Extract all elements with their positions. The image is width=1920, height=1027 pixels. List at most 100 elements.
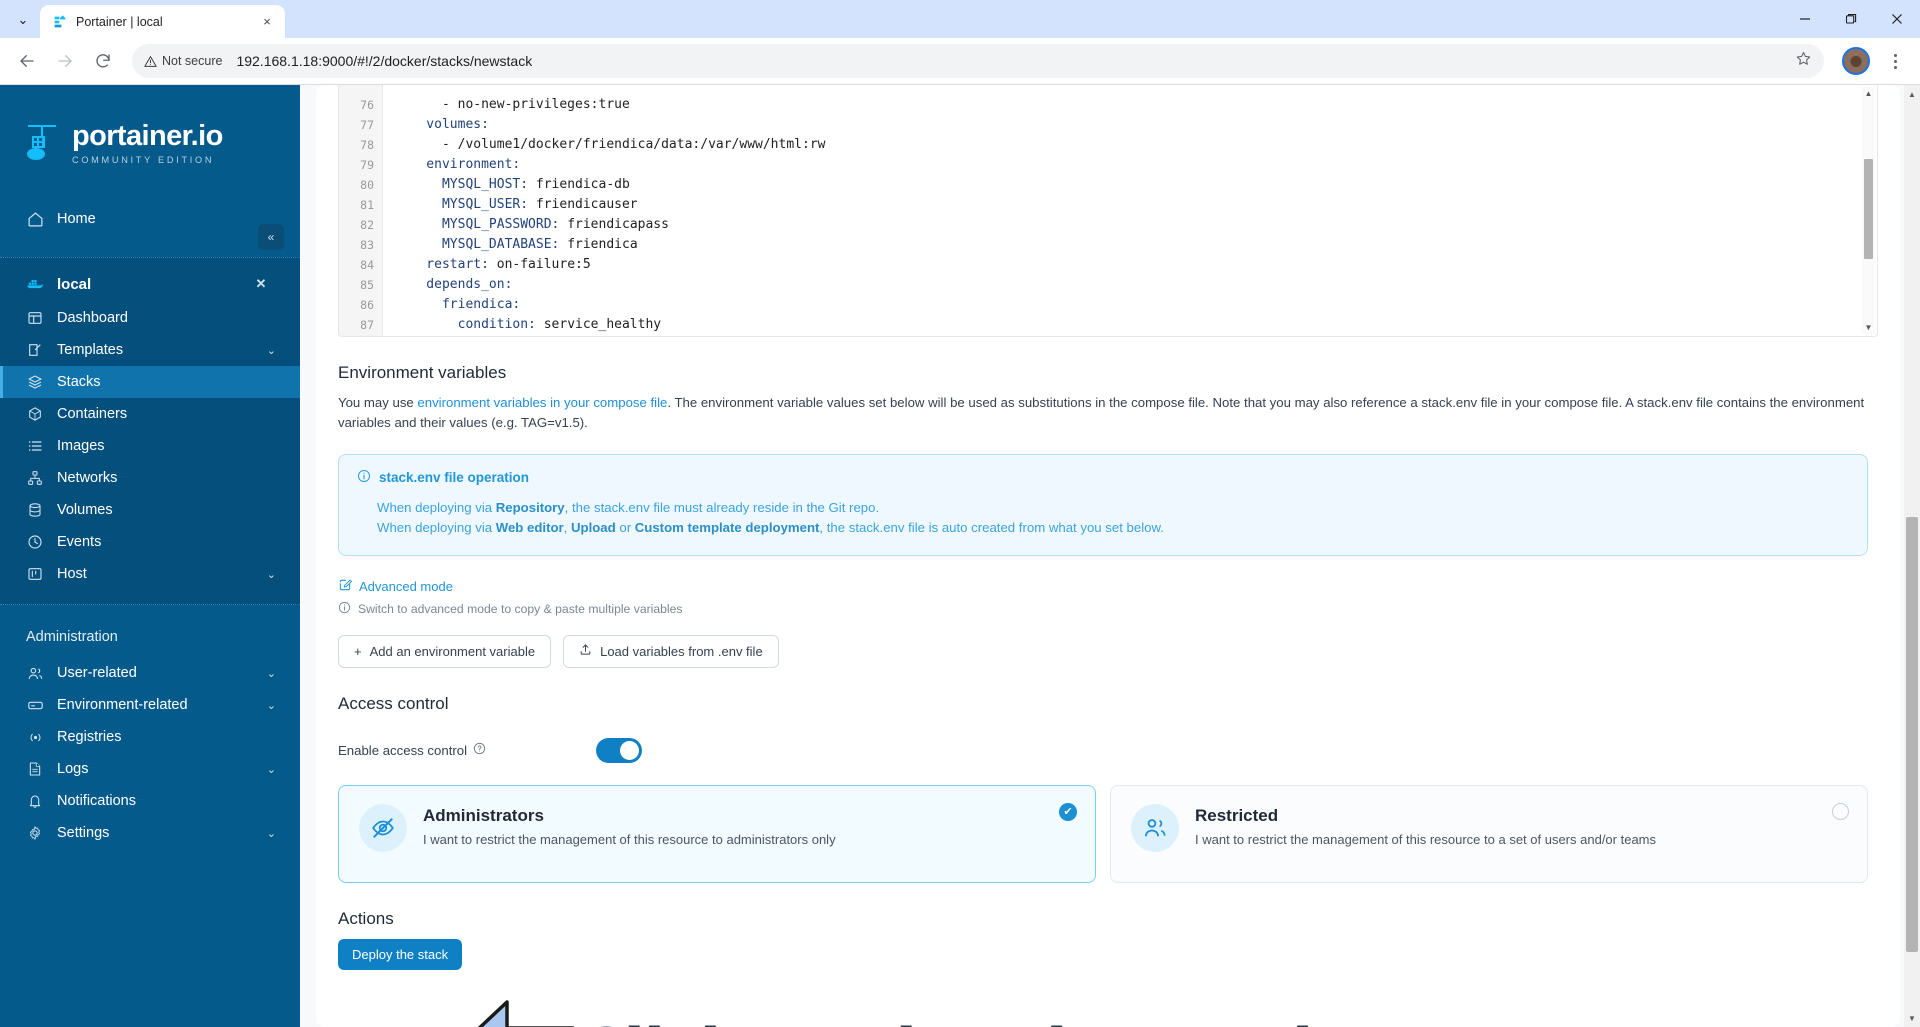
compose-env-vars-link[interactable]: environment variables in your compose fi…	[417, 395, 667, 410]
chevron-down-icon[interactable]: ⌄	[267, 763, 276, 776]
enable-access-control-row: Enable access control	[338, 737, 1878, 763]
close-icon[interactable]: ✕	[252, 275, 270, 293]
add-environment-variable-button[interactable]: + Add an environment variable	[338, 634, 552, 668]
tab-search-chevron-icon[interactable]: ⌄	[6, 5, 40, 35]
avatar[interactable]	[1842, 47, 1870, 75]
sidebar-item-logs[interactable]: Logs ⌄	[0, 753, 300, 785]
env-variable-buttons: + Add an environment variable Load varia…	[338, 634, 1878, 668]
editor-line-number: 83	[360, 238, 374, 252]
editor-scrollbar[interactable]: ▲ ▼	[1862, 87, 1875, 334]
access-card-title: Administrators	[423, 805, 544, 825]
browser-tab[interactable]: Portainer | local ×	[40, 5, 285, 38]
environment-icon	[26, 697, 44, 714]
line2-c: ,	[563, 520, 571, 536]
bookmark-star-icon[interactable]	[1795, 50, 1812, 72]
browser-menu-button[interactable]	[1880, 44, 1910, 78]
chevron-down-icon[interactable]: ⌄	[267, 568, 276, 581]
brand-logo-block[interactable]: portainer.io COMMUNITY EDITION	[0, 85, 300, 171]
sidebar-collapse-button[interactable]: «	[258, 224, 284, 250]
address-bar[interactable]: Not secure 192.168.1.18:9000/#!/2/docker…	[132, 44, 1824, 78]
chevron-down-icon[interactable]: ⌄	[267, 667, 276, 680]
sidebar-environment-header[interactable]: local ✕	[0, 266, 300, 302]
minimize-button[interactable]	[1782, 0, 1828, 38]
reload-button[interactable]	[86, 44, 120, 78]
check-circle-icon[interactable]: ✔	[1059, 802, 1077, 821]
editor-line-number: 85	[360, 278, 374, 292]
access-card-restricted[interactable]: Restricted I want to restrict the manage…	[1110, 784, 1868, 883]
line1-a: When deploying via	[377, 499, 496, 515]
editor-line-number: 79	[360, 158, 374, 172]
toggle-knob	[620, 740, 639, 760]
page-scrollbar[interactable]: ▲ ▼	[1904, 85, 1920, 1027]
editor-line: condition: service_healthy	[395, 317, 662, 332]
editor-line: restart: on-failure:5	[395, 257, 591, 272]
environment-variables-description: You may use environment variables in you…	[338, 393, 1868, 434]
editor-code[interactable]: - no-new-privileges:true volumes: - /vol…	[383, 85, 1877, 336]
scroll-down-icon[interactable]: ▼	[1864, 323, 1873, 332]
window-controls	[1782, 0, 1920, 38]
security-indicator[interactable]: Not secure	[144, 54, 230, 68]
question-circle-icon[interactable]	[473, 742, 486, 758]
sidebar-item-label: Home	[57, 211, 96, 227]
window-close-button[interactable]	[1874, 0, 1920, 38]
scroll-down-icon[interactable]: ▼	[1907, 1013, 1917, 1023]
chevron-down-icon[interactable]: ⌄	[267, 827, 276, 840]
sidebar-item-stacks[interactable]: Stacks	[0, 366, 300, 398]
stack-form-panel: 76 77 78 79 80 81 82 83 84 85 86 87 - no-new-privil…	[316, 85, 1900, 1027]
sidebar-item-volumes[interactable]: Volumes	[0, 494, 300, 526]
templates-icon	[26, 342, 44, 358]
sidebar-item-notifications[interactable]: Notifications	[0, 785, 300, 817]
browser-tab-title: Portainer | local	[76, 14, 163, 29]
editor-line: friendica:	[395, 297, 521, 312]
sidebar-item-label: Templates	[57, 342, 124, 358]
sidebar-item-home[interactable]: Home	[0, 203, 300, 235]
sidebar-item-label: Host	[57, 566, 87, 582]
sidebar-item-environment-related[interactable]: Environment-related ⌄	[0, 689, 300, 721]
scroll-up-icon[interactable]: ▲	[1907, 89, 1917, 99]
access-card-administrators[interactable]: Administrators I want to restrict the ma…	[338, 784, 1096, 883]
scroll-up-icon[interactable]: ▲	[1864, 89, 1873, 98]
sidebar-item-images[interactable]: Images	[0, 430, 300, 462]
editor-scrollbar-thumb[interactable]	[1864, 159, 1873, 259]
enable-access-control-toggle[interactable]	[596, 737, 642, 763]
sidebar-item-host[interactable]: Host ⌄	[0, 558, 300, 590]
info-box-line-1: When deploying via Repository, the stack…	[357, 498, 1849, 518]
section-heading-environment-variables: Environment variables	[338, 363, 507, 382]
info-box-title: stack.env file operation	[379, 469, 530, 485]
close-icon[interactable]: ×	[257, 12, 277, 32]
advanced-mode-toggle[interactable]: Advanced mode	[338, 578, 1878, 595]
page-scrollbar-thumb[interactable]	[1906, 517, 1918, 952]
radio-unselected-icon[interactable]	[1832, 802, 1849, 820]
sidebar-section-administration: Administration	[26, 629, 118, 645]
load-variables-from-env-file-button[interactable]: Load variables from .env file	[563, 634, 779, 668]
info-box-line-2: When deploying via Web editor, Upload or…	[357, 518, 1849, 538]
toggle-label-text: Enable access control	[338, 742, 468, 758]
sidebar-item-label: Logs	[57, 761, 89, 777]
info-circle-icon	[357, 469, 371, 486]
back-button[interactable]	[10, 44, 44, 78]
maximize-button[interactable]	[1828, 0, 1874, 38]
access-control-cards: Administrators I want to restrict the ma…	[338, 784, 1868, 883]
sidebar-item-label: Registries	[57, 729, 122, 745]
chevron-down-icon[interactable]: ⌄	[267, 344, 276, 357]
editor-line: volumes:	[395, 117, 489, 132]
sidebar-item-events[interactable]: Events	[0, 526, 300, 558]
sidebar-item-networks[interactable]: Networks	[0, 462, 300, 494]
sidebar-item-registries[interactable]: Registries	[0, 721, 300, 753]
warning-triangle-icon	[144, 55, 157, 67]
deploy-the-stack-button[interactable]: Deploy the stack	[338, 938, 463, 970]
sidebar-item-templates[interactable]: Templates ⌄	[0, 334, 300, 366]
compose-editor[interactable]: 76 77 78 79 80 81 82 83 84 85 86 87 - no-new-privil…	[338, 85, 1878, 337]
sidebar-item-settings[interactable]: Settings ⌄	[0, 817, 300, 849]
editor-line: environment:	[395, 157, 521, 172]
sidebar-item-label: Environment-related	[57, 697, 188, 713]
editor-line: MYSQL_USER: friendicauser	[395, 197, 638, 212]
access-card-description: I want to restrict the management of thi…	[1195, 831, 1656, 847]
portainer-favicon-icon	[52, 14, 68, 30]
chevron-down-icon[interactable]: ⌄	[267, 699, 276, 712]
sidebar-item-containers[interactable]: Containers	[0, 398, 300, 430]
sidebar-item-user-related[interactable]: User-related ⌄	[0, 657, 300, 689]
forward-button[interactable]	[48, 44, 82, 78]
para-prefix: You may use	[338, 395, 418, 410]
sidebar-item-dashboard[interactable]: Dashboard	[0, 302, 300, 334]
